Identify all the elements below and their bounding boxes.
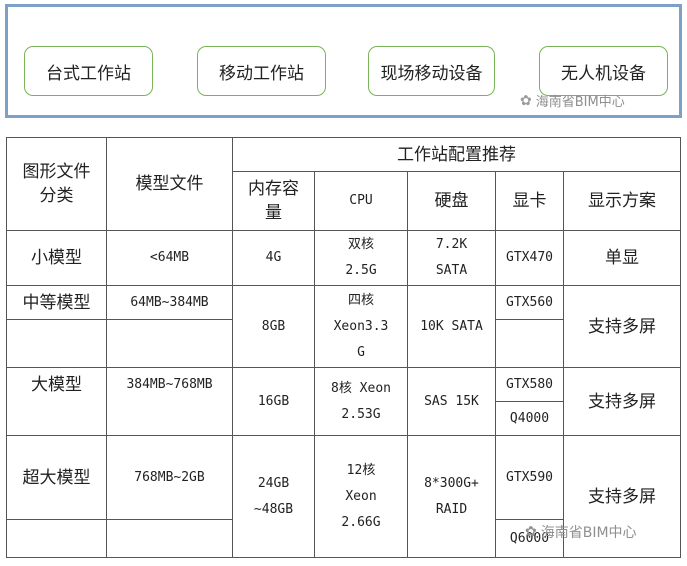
cell-category: 大模型 bbox=[6, 367, 107, 402]
header-category: 图形文件 分类 bbox=[6, 137, 107, 231]
empty-cell bbox=[106, 319, 233, 368]
watermark-text: 海南省BIM中心 bbox=[540, 525, 637, 541]
table-row-small: 小模型 <64MB 4G 双核 2.5G 7.2K SATA GTX470 单显 bbox=[6, 230, 681, 286]
cell-cpu: 12核 Xeon 2.66G bbox=[314, 435, 408, 558]
cell-display: 单显 bbox=[563, 230, 681, 286]
category-label: 移动工作站 bbox=[219, 63, 304, 84]
cell-display: 支持多屏 bbox=[563, 285, 681, 368]
category-label: 现场移动设备 bbox=[380, 63, 483, 84]
category-mobile-workstation: 移动工作站 bbox=[197, 46, 326, 96]
watermark-text: 海南省BIM中心 bbox=[535, 95, 625, 110]
wechat-logo-icon: ✿ bbox=[525, 524, 537, 540]
header-gpu: 显卡 bbox=[495, 171, 564, 231]
cell-memory: 16GB bbox=[232, 367, 315, 436]
workstation-config-table: 图形文件 分类 模型文件 工作站配置推荐 内存容 量 CPU 硬盘 显卡 显示方… bbox=[6, 137, 681, 558]
watermark-bottom: ✿ 海南省BIM中心 bbox=[525, 522, 637, 542]
cell-memory: 24GB ~48GB bbox=[232, 435, 315, 558]
cell-disk: SAS 15K bbox=[407, 367, 496, 436]
cell-model-file: 768MB~2GB bbox=[106, 435, 233, 520]
header-model-file: 模型文件 bbox=[106, 137, 233, 231]
table-row-large: 大模型 384MB~768MB 16GB 8核 Xeon 2.53G SAS 1… bbox=[6, 367, 681, 436]
cell-gpu: GTX560 bbox=[495, 285, 564, 320]
cell-cpu: 8核 Xeon 2.53G bbox=[314, 367, 408, 436]
category-drone-device: 无人机设备 bbox=[539, 46, 668, 96]
cell-disk: 8*300G+ RAID bbox=[407, 435, 496, 558]
empty-cell bbox=[6, 519, 107, 558]
cell-category: 小模型 bbox=[6, 230, 107, 286]
cell-category: 中等模型 bbox=[6, 285, 107, 320]
cell-gpu: GTX590 bbox=[495, 435, 564, 520]
header-row: 图形文件 分类 模型文件 工作站配置推荐 bbox=[6, 137, 681, 231]
empty-cell bbox=[6, 319, 107, 368]
header-config-group: 工作站配置推荐 bbox=[232, 137, 681, 172]
category-label: 台式工作站 bbox=[46, 63, 131, 84]
category-field-mobile-device: 现场移动设备 bbox=[368, 46, 495, 96]
header-disk: 硬盘 bbox=[407, 171, 496, 231]
device-category-panel: 台式工作站 移动工作站 现场移动设备 无人机设备 ✿ 海南省BIM中心 bbox=[5, 4, 682, 118]
cell-model-file: <64MB bbox=[106, 230, 233, 286]
cell-gpu: GTX580 bbox=[495, 367, 564, 402]
cell-disk: 10K SATA bbox=[407, 285, 496, 368]
empty-cell bbox=[495, 319, 564, 368]
cell-model-file: 384MB~768MB bbox=[106, 367, 233, 402]
category-desktop-workstation: 台式工作站 bbox=[24, 46, 153, 96]
header-display: 显示方案 bbox=[563, 171, 681, 231]
cell-memory: 8GB bbox=[232, 285, 315, 368]
cell-memory: 4G bbox=[232, 230, 315, 286]
cell-gpu: Q4000 bbox=[495, 401, 564, 436]
cell-display: 支持多屏 bbox=[563, 367, 681, 436]
cell-category: 超大模型 bbox=[6, 435, 107, 520]
cell-model-file: 64MB~384MB bbox=[106, 285, 233, 320]
cell-cpu: 四核 Xeon3.3 G bbox=[314, 285, 408, 368]
header-memory: 内存容 量 bbox=[232, 171, 315, 231]
empty-cell bbox=[106, 401, 233, 436]
category-label: 无人机设备 bbox=[561, 63, 646, 84]
empty-cell bbox=[106, 519, 233, 558]
watermark-top: ✿ 海南省BIM中心 bbox=[520, 91, 625, 111]
table-row-xlarge: 超大模型 768MB~2GB 24GB ~48GB 12核 Xeon 2.66G… bbox=[6, 435, 681, 558]
cell-gpu: GTX470 bbox=[495, 230, 564, 286]
cell-disk: 7.2K SATA bbox=[407, 230, 496, 286]
wechat-logo-icon: ✿ bbox=[520, 92, 532, 109]
cell-cpu: 双核 2.5G bbox=[314, 230, 408, 286]
table-row-medium: 中等模型 64MB~384MB 8GB 四核 Xeon3.3 G 10K SAT… bbox=[6, 285, 681, 368]
header-cpu: CPU bbox=[314, 171, 408, 231]
empty-cell bbox=[6, 401, 107, 436]
